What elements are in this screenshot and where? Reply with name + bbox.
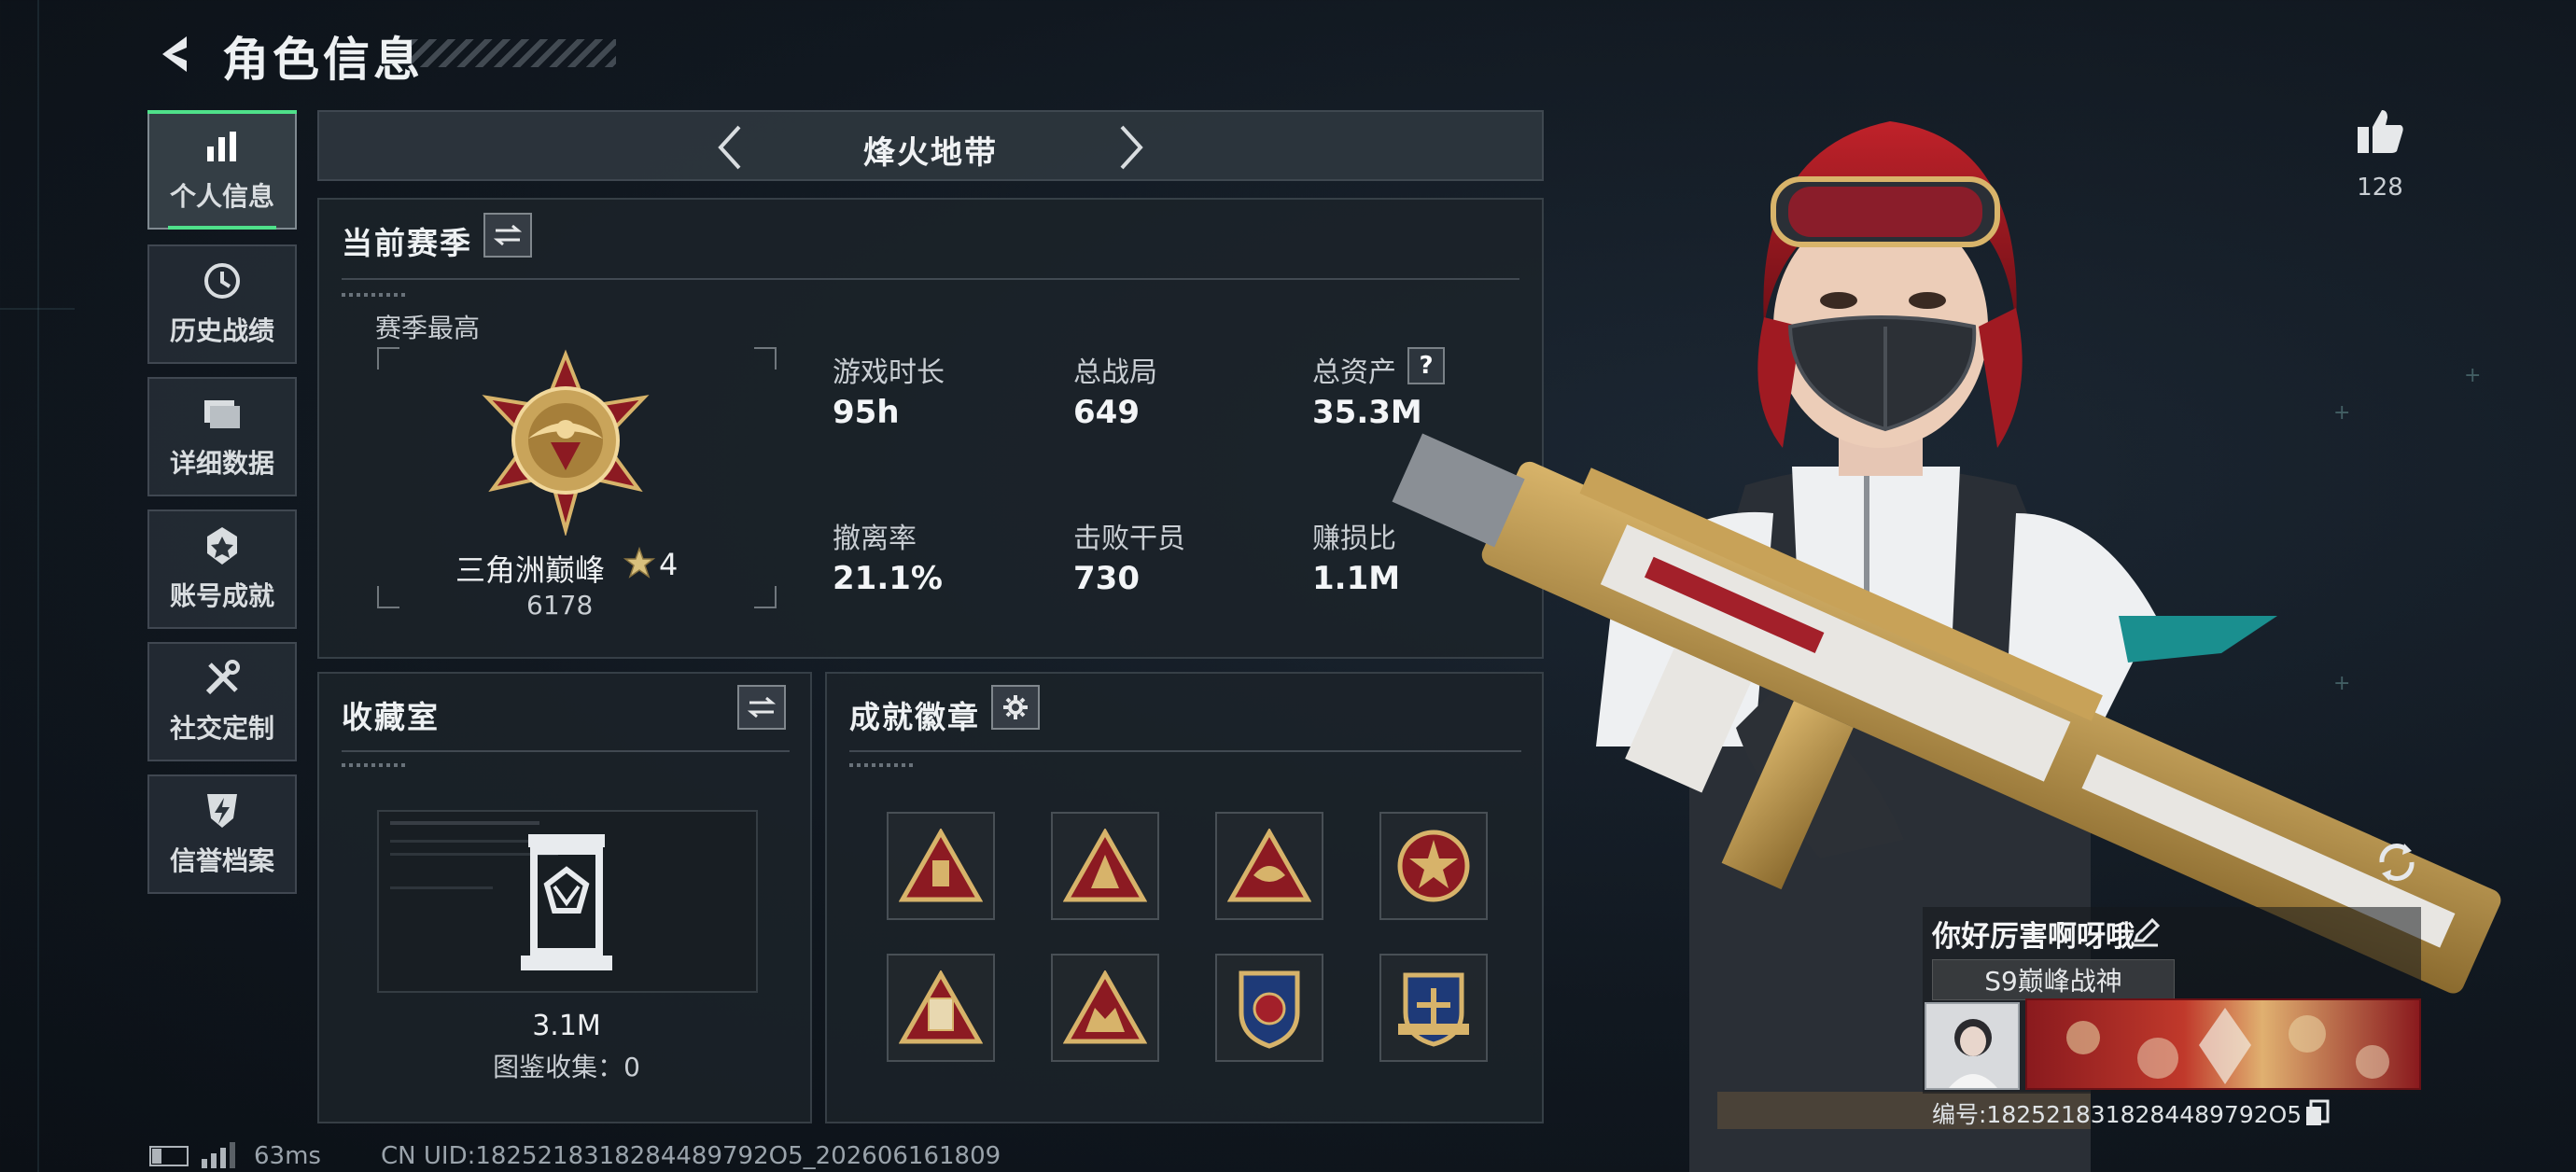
stat-label-extract-rate: 撤离率	[833, 523, 917, 555]
rank-emblem	[461, 349, 670, 537]
gear-icon	[1003, 695, 1028, 719]
stat-value-kills: 730	[1073, 560, 1140, 597]
chevron-right-icon	[1120, 125, 1143, 170]
preview-line	[390, 886, 493, 889]
mode-selector: 烽火地带	[317, 110, 1544, 181]
triangle-badge-icon	[1227, 829, 1311, 902]
name-card-banner[interactable]	[2025, 998, 2421, 1090]
sidebar-item-label: 社交定制	[169, 713, 274, 744]
sidebar-item-label: 详细数据	[169, 448, 274, 479]
uid-text: CN UID:1825218318284489792O5_20260616180…	[381, 1142, 1001, 1170]
sidebar-item-label: 历史战绩	[169, 315, 274, 346]
sidebar-item-details[interactable]: 详细数据	[147, 377, 297, 496]
stat-value-playtime: 95h	[833, 394, 900, 431]
divider	[342, 278, 1519, 280]
copy-icon	[2306, 1099, 2330, 1125]
clock-icon	[202, 260, 243, 301]
stat-label-playtime: 游戏时长	[833, 356, 945, 389]
catalog-count: 图鉴收集：0	[493, 1052, 640, 1082]
divider	[342, 750, 790, 752]
mode-name: 烽火地带	[863, 134, 998, 172]
achievement-badge[interactable]	[1051, 954, 1159, 1062]
collection-switch-button[interactable]	[737, 685, 786, 730]
display-case-icon	[515, 830, 618, 976]
star-icon	[623, 546, 656, 579]
medal-icon	[202, 525, 243, 566]
title-decoration	[411, 39, 616, 67]
battery-icon	[149, 1146, 189, 1166]
thumbs-up-icon	[2358, 110, 2403, 153]
rank-name: 三角洲巅峰	[455, 552, 606, 588]
sidebar-item-label: 信誉档案	[169, 845, 274, 876]
sidebar-item-label: 账号成就	[169, 580, 274, 611]
tools-icon	[202, 658, 243, 699]
player-id: 编号:1825218318284489792O5	[1932, 1101, 2303, 1128]
triangle-badge-icon	[1063, 970, 1147, 1044]
frame-corner	[377, 586, 399, 608]
collection-value: 3.1M	[532, 1010, 601, 1042]
stat-label-kills: 击败干员	[1073, 523, 1185, 555]
achievement-panel-title: 成就徽章	[849, 699, 980, 735]
sidebar-item-reputation[interactable]: 信誉档案	[147, 774, 297, 894]
collection-panel-title: 收藏室	[342, 699, 440, 735]
rotate-view-button[interactable]	[2371, 836, 2423, 888]
season-best-label: 赛季最高	[375, 313, 481, 343]
sidebar-item-achievements[interactable]: 账号成就	[147, 509, 297, 629]
season-panel: 当前赛季 赛季最高 三角洲巅峰 4 6178 游戏时长 95h 总战局 649 …	[317, 198, 1544, 659]
sidebar-item-social[interactable]: 社交定制	[147, 642, 297, 761]
triangle-badge-icon	[899, 970, 983, 1044]
collection-preview[interactable]	[377, 810, 758, 993]
shield-bolt-icon	[202, 790, 243, 831]
bg-grid-line	[37, 0, 39, 1172]
sidebar-item-history[interactable]: 历史战绩	[147, 244, 297, 364]
season-panel-title: 当前赛季	[342, 225, 472, 261]
folder-icon	[202, 393, 243, 434]
triangle-badge-icon	[1063, 829, 1147, 902]
avatar[interactable]	[1925, 1002, 2020, 1090]
next-mode-button[interactable]	[1113, 123, 1159, 172]
rotate-icon	[2379, 844, 2415, 881]
ping-value: 63ms	[254, 1142, 321, 1170]
preview-line	[390, 821, 539, 825]
back-button[interactable]	[149, 28, 202, 80]
achievement-badge[interactable]	[1215, 954, 1323, 1062]
shield-badge-icon	[1239, 970, 1300, 1049]
frame-corner	[754, 586, 777, 608]
stat-value-matches: 649	[1073, 394, 1140, 431]
bg-grid-line	[0, 308, 75, 310]
achievement-badge[interactable]	[887, 812, 995, 920]
back-arrow-icon	[162, 36, 187, 72]
achievement-badge[interactable]	[1215, 812, 1323, 920]
like-button[interactable]	[2354, 105, 2406, 157]
frame-corner	[754, 347, 777, 370]
achievement-settings-button[interactable]	[991, 685, 1040, 730]
sidebar-item-label: 个人信息	[169, 181, 274, 212]
signal-icon	[200, 1140, 237, 1168]
page-title: 角色信息	[222, 33, 424, 87]
bar-chart-icon	[202, 126, 243, 167]
stat-value-extract-rate: 21.1%	[833, 560, 943, 597]
rank-score: 6178	[526, 590, 594, 621]
player-title-tag: S9巅峰战神	[1932, 959, 2175, 1000]
copy-id-button[interactable]	[2303, 1099, 2331, 1127]
triangle-badge-icon	[899, 829, 983, 902]
pencil-icon	[2133, 917, 2161, 947]
achievement-badge[interactable]	[887, 954, 995, 1062]
swap-icon	[748, 696, 776, 719]
divider	[849, 763, 917, 767]
rank-stars: 4	[659, 547, 679, 582]
divider	[342, 763, 409, 767]
player-name: 你好厉害啊呀哦	[1932, 920, 2135, 954]
like-count: 128	[2357, 174, 2403, 202]
divider	[342, 293, 409, 297]
achievement-badge[interactable]	[1051, 812, 1159, 920]
collection-panel: 收藏室 3.1M 图鉴收集：0	[317, 672, 812, 1123]
swap-icon	[494, 224, 522, 246]
sidebar-item-personal-info[interactable]: 个人信息	[147, 110, 297, 230]
frame-corner	[377, 347, 399, 370]
stat-label-matches: 总战局	[1073, 356, 1157, 389]
season-switch-button[interactable]	[483, 213, 532, 258]
edit-name-button[interactable]	[2130, 916, 2162, 948]
